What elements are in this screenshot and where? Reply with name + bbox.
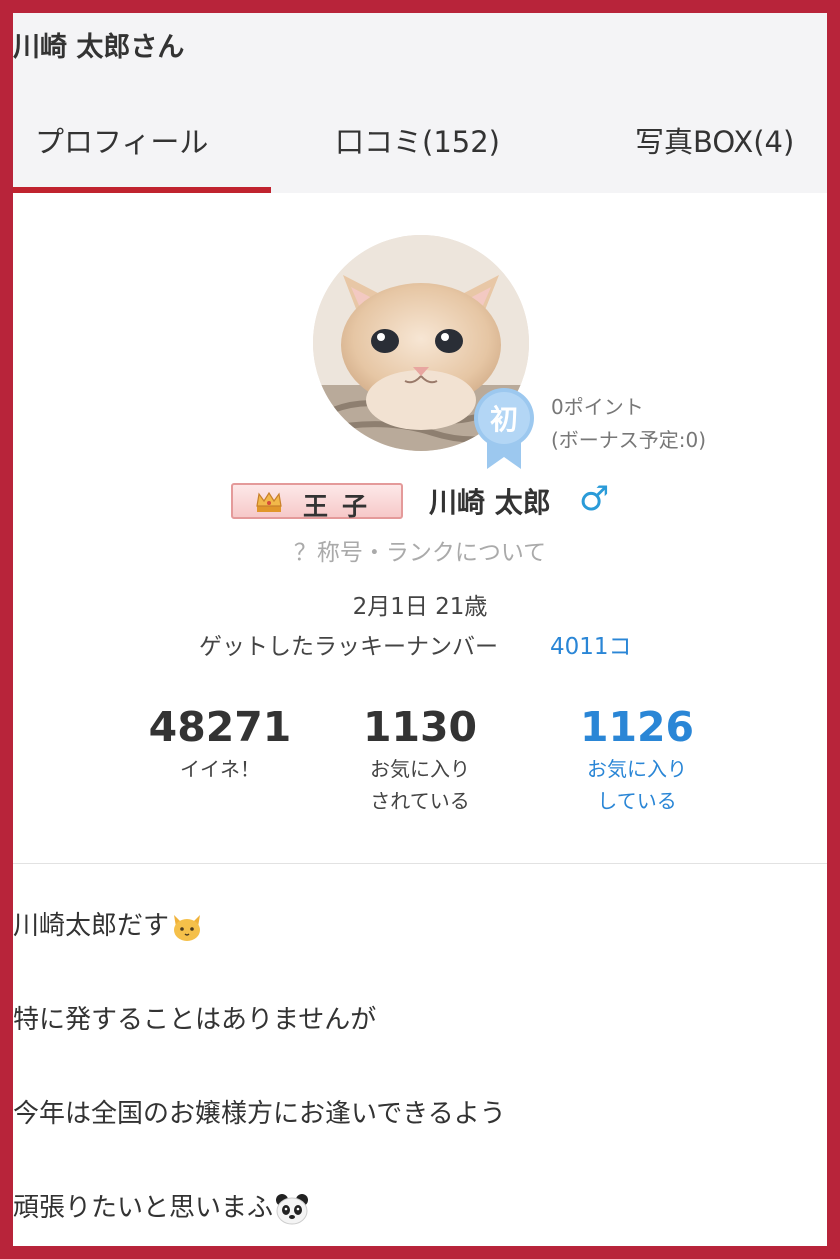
stat-label: お気に入り されている [320,753,520,817]
title-badge: 王子 [231,483,403,521]
bio-line: 川崎太郎だす [13,905,203,943]
active-tab-indicator [13,187,271,193]
points-info: 0ポイント (ボーナス予定:0) [551,391,706,457]
stat-likes: 48271 イイネ！ [120,703,320,785]
bio-line: 特に発することはありませんが [13,1005,377,1035]
bio-line: 頑張りたいと思いまふ [13,1187,309,1225]
crown-icon [256,491,282,512]
male-icon: ♂ [579,479,610,519]
stat-value: 1130 [362,703,478,751]
name-row: 王子 川崎 太郎 ♂ [13,479,827,523]
points-value: 0ポイント [551,395,644,419]
stat-label-line-1: お気に入り [370,757,470,781]
stat-value: 48271 [148,703,292,751]
page-title: 川崎 太郎さん [13,32,185,63]
stat-label: お気に入り している [537,753,737,817]
lucky-number-value[interactable]: 4011コ [550,627,632,661]
section-divider [13,863,827,864]
tab-reviews[interactable]: 口コミ(152) [335,119,500,161]
bio-text: 川崎太郎だす [13,911,170,941]
title-badge-text: 王子 [303,492,382,521]
tab-profile[interactable]: プロフィール [35,119,208,161]
rank-info-link[interactable]: ？称号・ランクについて [13,533,827,567]
stat-label-line-2: している [597,789,677,813]
bio-text: 頑張りたいと思いまふ [13,1193,274,1223]
stat-label: イイネ！ [180,757,260,781]
rank-badge-char: 初 [490,403,518,436]
rank-ribbon-icon: 初 [474,388,534,469]
cat-face-icon [174,914,201,941]
bonus-value: (ボーナス予定:0) [551,428,707,452]
bio-line: 今年は全国のお嬢様方にお逢いできるよう [13,1099,506,1129]
tab-photo-box[interactable]: 写真BOX(4) [635,119,794,161]
stat-value: 1126 [579,703,695,751]
user-name: 川崎 太郎 [429,486,551,519]
panda-face-icon [276,1193,309,1224]
lucky-number-label: ゲットしたラッキーナンバー [199,634,498,660]
stat-label-line-2: されている [370,789,470,813]
stat-favorited-by: 1130 お気に入り されている [320,703,520,817]
stat-favoriting[interactable]: 1126 お気に入り している [537,703,737,817]
profile-header: 川崎 太郎さん プロフィール 口コミ(152) 写真BOX(4) [13,13,827,193]
stat-label-line-1: お気に入り [587,757,687,781]
birthday-age: 2月1日 21歳 [352,594,488,620]
profile-screen: 川崎 太郎さん プロフィール 口コミ(152) 写真BOX(4) 初 0ポイント… [13,13,827,1246]
